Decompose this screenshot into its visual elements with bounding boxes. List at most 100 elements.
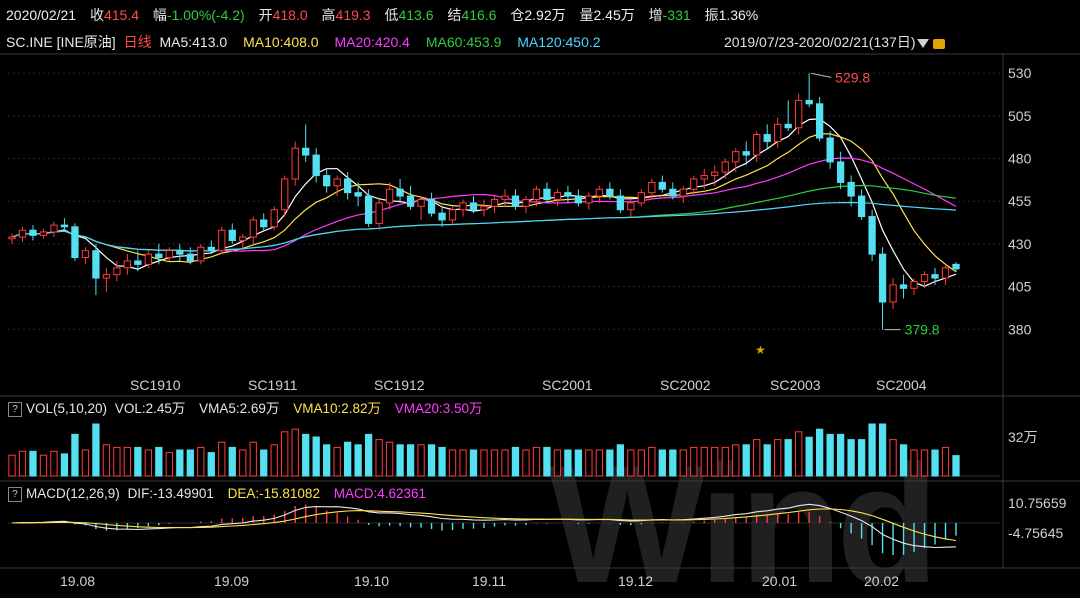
candle (218, 226, 226, 255)
volume-bar (218, 441, 226, 477)
volume-bar (134, 446, 142, 477)
vol-tick-label: 32万 (1008, 429, 1038, 445)
volume-bar (260, 449, 268, 477)
volume-bar (113, 446, 121, 477)
quote-bar: 2020/02/21 收415.4 幅-1.00%(-4.2) 开418.0 高… (0, 0, 1080, 30)
change-value: -1.00%(-4.2) (166, 7, 245, 23)
candle (375, 199, 383, 231)
low-value: 413.6 (398, 7, 434, 23)
candle (490, 196, 499, 214)
candle-body (81, 250, 90, 259)
period-label[interactable]: 日线 (124, 34, 152, 50)
candle-body (18, 229, 27, 238)
date-x-axis: 19.08 19.09 19.10 19.11 19.12 20.01 20.02 (60, 573, 899, 589)
candle-body (375, 202, 383, 224)
volume-bar (123, 446, 132, 477)
chart-canvas[interactable]: Wind 529.8379.8★ 53050548045543040538032… (0, 0, 1080, 598)
candle-body (186, 253, 194, 262)
volume-bar (459, 449, 467, 477)
contract-label: SC2003 (770, 377, 821, 393)
volume-bar (658, 449, 666, 477)
macd-tick-label: -4.75645 (1008, 525, 1063, 541)
candle-body (532, 188, 541, 200)
candle-body (354, 192, 362, 197)
volume-bar (721, 446, 729, 477)
candle (826, 131, 834, 169)
volume-bar (396, 444, 404, 477)
candle (805, 73, 813, 108)
candle-body (197, 246, 205, 262)
volume-bar (239, 449, 247, 477)
volume-bar (490, 449, 499, 477)
candle-body (784, 123, 792, 129)
candlestick-series (8, 73, 960, 330)
candle-body (700, 175, 708, 180)
candle-body (239, 236, 247, 241)
y-tick-label: 530 (1008, 65, 1032, 81)
candle (522, 196, 530, 214)
y-tick-label: 505 (1008, 108, 1032, 124)
high-pointer (811, 72, 832, 78)
candle-body (543, 188, 551, 200)
price-y-axis: 530 505 480 455 430 405 380 32万 10.75659 -4.75645 (1008, 65, 1067, 541)
candle-body (815, 103, 824, 139)
candle (396, 178, 404, 203)
volume-bar (522, 449, 530, 477)
candle (910, 278, 918, 296)
settle-label: 结 (447, 7, 462, 23)
candle-body (742, 151, 750, 156)
volume-bar (637, 449, 645, 477)
candle (39, 228, 48, 239)
x-tick-label: 19.11 (472, 573, 506, 589)
candle (784, 100, 792, 132)
help-icon[interactable]: ? (8, 401, 22, 417)
volume-bar (753, 439, 761, 477)
volume-bar (868, 423, 876, 477)
candle-body (553, 192, 562, 200)
candle (438, 206, 446, 227)
volume-bar (847, 439, 855, 477)
lock-icon[interactable] (933, 39, 946, 50)
volume-bar (784, 439, 792, 477)
candle (270, 206, 278, 231)
volume-bar (60, 453, 69, 477)
ma5-readout: MA5:413.0 (159, 34, 228, 50)
dropdown-arrow-icon[interactable] (917, 38, 930, 48)
candle-body (595, 188, 604, 197)
volume-bar (249, 441, 257, 477)
volume-bar (417, 444, 425, 477)
candle-body (857, 195, 866, 218)
vol-indicator-name[interactable]: VOL(5,10,20) (26, 401, 107, 416)
x-tick-label: 19.10 (354, 573, 389, 589)
volume-bar (364, 433, 373, 477)
volume-bar (899, 444, 908, 477)
candle-body (616, 195, 625, 211)
volume-bar (501, 449, 509, 477)
vma10-readout: VMA10:2.82万 (293, 401, 381, 416)
candle-body (889, 284, 897, 303)
x-tick-label: 19.12 (618, 573, 653, 589)
candle-body (753, 134, 761, 156)
candle-body (406, 195, 415, 207)
volume-bar (920, 449, 929, 477)
ma10-readout: MA10:408.0 (243, 34, 319, 50)
candle (18, 226, 27, 243)
candle-body (270, 209, 278, 228)
macd-indicator-name[interactable]: MACD(12,26,9) (26, 486, 120, 501)
candle (763, 124, 771, 149)
volume-bar (155, 446, 163, 477)
help-icon[interactable]: ? (8, 486, 22, 502)
high-label: 高 (321, 7, 336, 23)
candle-body (836, 161, 845, 183)
candle-body (868, 216, 876, 255)
candle (8, 233, 16, 244)
volume-bar (774, 439, 782, 477)
volume-bar (627, 449, 635, 477)
volume-bar (18, 450, 27, 477)
candle-body (448, 209, 457, 221)
candle-body (427, 198, 436, 214)
close-value: 415.4 (103, 7, 140, 23)
candle-body (155, 253, 163, 259)
star-icon: ★ (755, 343, 766, 357)
candle-body (102, 274, 111, 279)
